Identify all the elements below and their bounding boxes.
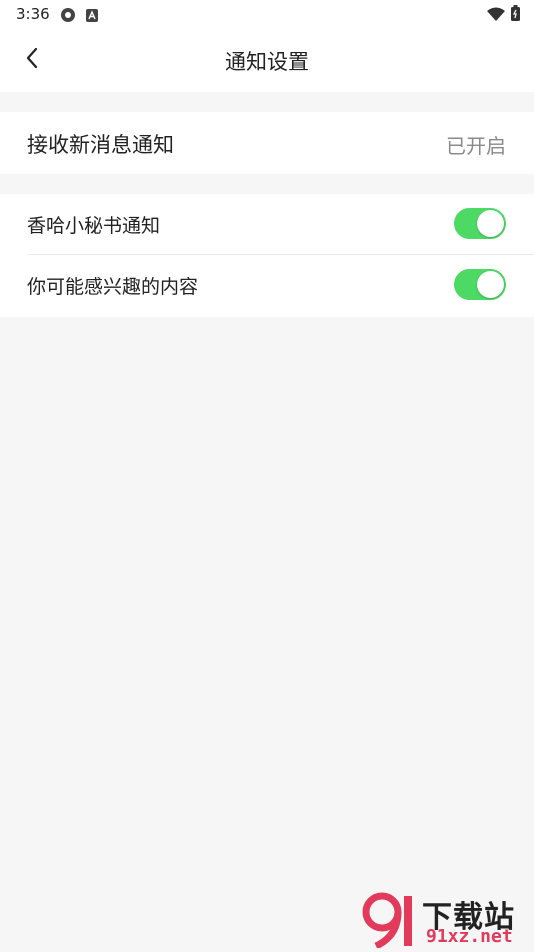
header: 通知设置 xyxy=(0,28,534,92)
toggle-label: 香哈小秘书通知 xyxy=(27,215,161,237)
battery-icon xyxy=(511,5,520,25)
notification-icon xyxy=(59,6,77,28)
toggle-group: 香哈小秘书通知 你可能感兴趣的内容 xyxy=(0,194,534,317)
toggle-row-interests: 你可能感兴趣的内容 xyxy=(0,255,534,316)
status-time: 3:36 xyxy=(16,5,50,23)
status-right xyxy=(487,5,520,25)
watermark-site-text: 91xz.net xyxy=(426,926,513,947)
receive-notifications-label: 接收新消息通知 xyxy=(27,133,174,157)
toggle-knob xyxy=(477,271,504,298)
interests-content-toggle[interactable] xyxy=(454,269,506,300)
wifi-icon xyxy=(487,6,505,25)
watermark: 下载站 91xz.net xyxy=(362,890,532,950)
toggle-label: 你可能感兴趣的内容 xyxy=(27,276,199,298)
page-title: 通知设置 xyxy=(225,50,309,74)
watermark-logo-icon xyxy=(362,892,418,952)
toggle-knob xyxy=(477,210,504,237)
assistant-notification-toggle[interactable] xyxy=(454,208,506,239)
toggle-row-assistant: 香哈小秘书通知 xyxy=(0,194,534,255)
receive-notifications-row[interactable]: 接收新消息通知 已开启 xyxy=(0,112,534,174)
status-bar: 3:36 xyxy=(0,0,534,28)
text-icon xyxy=(86,7,98,26)
receive-notifications-status: 已开启 xyxy=(446,134,506,158)
